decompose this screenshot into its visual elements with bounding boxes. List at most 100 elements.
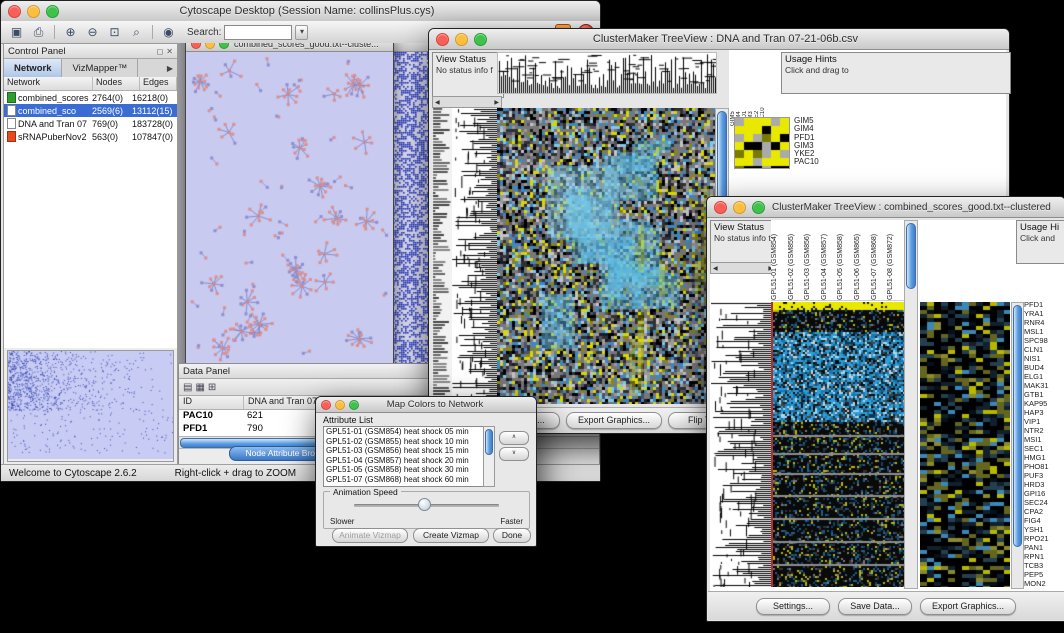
scroll-right-icon[interactable]: ▶	[494, 99, 499, 106]
network-view-titlebar[interactable]: combined_scores_good.txt--cluste...	[186, 43, 393, 52]
search-dropdown-icon[interactable]: ▾	[295, 25, 308, 40]
toolbar-separator	[54, 25, 55, 39]
treeview-combined-titlebar[interactable]: ClusterMaker TreeView : combined_scores_…	[707, 197, 1064, 218]
network-row[interactable]: combined_scores 2764(0) 16218(0)	[4, 91, 177, 104]
gene-label: RNR4	[1024, 318, 1063, 327]
attribute-item[interactable]: GPL51-07 (GSM868) heat shock 60 min	[324, 475, 494, 485]
select-attributes-icon[interactable]: ▤	[183, 382, 192, 393]
column-label: GPL51-08 (GSM872)	[887, 220, 904, 300]
attribute-item[interactable]: GPL51-05 (GSM858) heat shock 30 min	[324, 465, 494, 475]
column-labels[interactable]: GPL51-01 (GSM854)GPL51-02 (GSM855)GPL51-…	[771, 220, 904, 301]
status-hscrollbar[interactable]: ◀ ▶	[432, 96, 502, 108]
treeview-combined-buttonbar: Settings... Save Data... Export Graphics…	[708, 591, 1064, 620]
scrollbar-thumb[interactable]	[906, 223, 916, 289]
float-panel-icon[interactable]: ◻	[157, 47, 164, 56]
attribute-listbox[interactable]: GPL51-01 (GSM854) heat shock 05 minGPL51…	[323, 426, 495, 487]
search-input[interactable]	[224, 25, 292, 40]
network-overview-navigator[interactable]	[7, 350, 174, 462]
attribute-item[interactable]: GPL51-03 (GSM856) heat shock 15 min	[324, 446, 494, 456]
usage-hints-text: Click and drag to	[785, 65, 1007, 75]
network-type-icon	[7, 118, 16, 129]
print-icon[interactable]: ⎙	[29, 24, 48, 41]
scrollbar-thumb[interactable]	[485, 429, 493, 455]
minimize-button[interactable]	[335, 400, 345, 410]
network-type-icon	[7, 92, 16, 103]
treeview-combined-window: ClusterMaker TreeView : combined_scores_…	[706, 196, 1064, 622]
main-titlebar[interactable]: Cytoscape Desktop (Session Name: collins…	[1, 1, 600, 22]
minimize-button[interactable]	[205, 43, 215, 49]
heatmap-canvas-combined[interactable]	[773, 302, 904, 587]
done-button[interactable]: Done	[493, 528, 531, 543]
tab-network[interactable]: Network	[4, 59, 62, 77]
save-data-button[interactable]: Save Data...	[838, 598, 912, 615]
row-labels-strip[interactable]	[432, 108, 452, 404]
move-down-button[interactable]: ∨	[499, 447, 529, 461]
move-up-button[interactable]: ∧	[499, 431, 529, 445]
attribute-item[interactable]: GPL51-02 (GSM855) heat shock 10 min	[324, 437, 494, 447]
zoom-fit-icon[interactable]: ⊡	[105, 24, 124, 41]
row-dendrogram-canvas[interactable]	[711, 302, 771, 587]
zoom-in-icon[interactable]: ⊕	[61, 24, 80, 41]
network-list: combined_scores 2764(0) 16218(0) combine…	[4, 91, 177, 143]
zoom-button[interactable]	[752, 201, 765, 214]
treeview-dna-titlebar[interactable]: ClusterMaker TreeView : DNA and Tran 07-…	[429, 29, 1009, 50]
delete-attribute-icon[interactable]: ⊞	[208, 382, 216, 393]
view-status-panel: View Status No status info t	[710, 220, 778, 264]
settings-button[interactable]: Settings...	[756, 598, 830, 615]
tab-vizmapper[interactable]: VizMapper™	[62, 59, 138, 77]
heatmap-vscrollbar[interactable]	[904, 220, 918, 589]
close-panel-icon[interactable]: ✕	[166, 47, 173, 56]
scrollbar-thumb[interactable]	[717, 111, 727, 203]
minimize-button[interactable]	[455, 33, 468, 46]
scroll-left-icon[interactable]: ◀	[713, 265, 718, 272]
animate-vizmap-button[interactable]: Animate Vizmap	[332, 528, 408, 543]
scroll-left-icon[interactable]: ◀	[435, 99, 440, 106]
zoom-button[interactable]	[349, 400, 359, 410]
window-title: ClusterMaker TreeView : DNA and Tran 07-…	[494, 33, 1009, 45]
zoom-button[interactable]	[46, 5, 59, 18]
zoom-out-icon[interactable]: ⊖	[83, 24, 102, 41]
create-attribute-icon[interactable]: ▦	[195, 382, 204, 393]
close-button[interactable]	[191, 43, 201, 49]
attribute-list-vscrollbar[interactable]	[483, 426, 495, 487]
gene-label: GPI16	[1024, 489, 1063, 498]
close-button[interactable]	[436, 33, 449, 46]
gene-label: GTB1	[1024, 390, 1063, 399]
network-row[interactable]: DNA and Tran 07 769(0) 183728(0)	[4, 117, 177, 130]
zoom-button[interactable]	[474, 33, 487, 46]
export-graphics-button[interactable]: Export Graphics...	[920, 598, 1016, 615]
close-button[interactable]	[714, 201, 727, 214]
zoom-selected-icon[interactable]: ⌕	[127, 24, 146, 41]
close-button[interactable]	[321, 400, 331, 410]
attribute-item[interactable]: GPL51-04 (GSM857) heat shock 20 min	[324, 456, 494, 466]
tab-overflow-icon[interactable]: ▶	[163, 59, 177, 77]
speed-slider-thumb[interactable]	[418, 498, 431, 511]
column-label: GPL51-06 (GSM865)	[854, 220, 871, 300]
network-view-canvas[interactable]	[186, 52, 391, 362]
zoom-vscrollbar[interactable]	[1011, 302, 1024, 589]
minimize-button[interactable]	[733, 201, 746, 214]
close-button[interactable]	[8, 5, 21, 18]
scrollbar-thumb[interactable]	[1013, 305, 1022, 547]
gene-label: PFD1	[1024, 300, 1063, 309]
gene-label: PAC10	[794, 158, 840, 166]
heatmap-canvas-dna[interactable]	[497, 108, 715, 404]
create-vizmap-button[interactable]: Create Vizmap	[413, 528, 489, 543]
attribute-item[interactable]: GPL51-01 (GSM854) heat shock 05 min	[324, 427, 494, 437]
column-dendrogram-canvas[interactable]	[497, 52, 717, 94]
network-overview-canvas[interactable]	[8, 351, 173, 459]
minimize-button[interactable]	[27, 5, 40, 18]
zoom-button[interactable]	[219, 43, 229, 49]
snapshot-icon[interactable]: ◉	[159, 24, 178, 41]
zoom-heatmap-canvas[interactable]	[920, 302, 1010, 587]
export-graphics-button[interactable]: Export Graphics...	[566, 412, 662, 429]
network-row[interactable]: sRNAPuberNov2 563(0) 107847(0)	[4, 130, 177, 143]
network-view-window[interactable]: combined_scores_good.txt--cluste...	[185, 43, 394, 365]
column-label: GPL51-03 (GSM856)	[804, 220, 821, 300]
column-labels[interactable]: GIM5GIM4PFD1GIM3YKE2PAC10	[730, 52, 766, 126]
row-dendrogram-canvas[interactable]	[452, 108, 497, 404]
open-folder-icon[interactable]: ▣	[7, 24, 26, 41]
dialog-titlebar[interactable]: Map Colors to Network	[316, 397, 536, 413]
network-row[interactable]: combined_sco 2569(6) 13112(15)	[4, 104, 177, 117]
status-hscrollbar[interactable]: ◀ ▶	[710, 262, 776, 274]
